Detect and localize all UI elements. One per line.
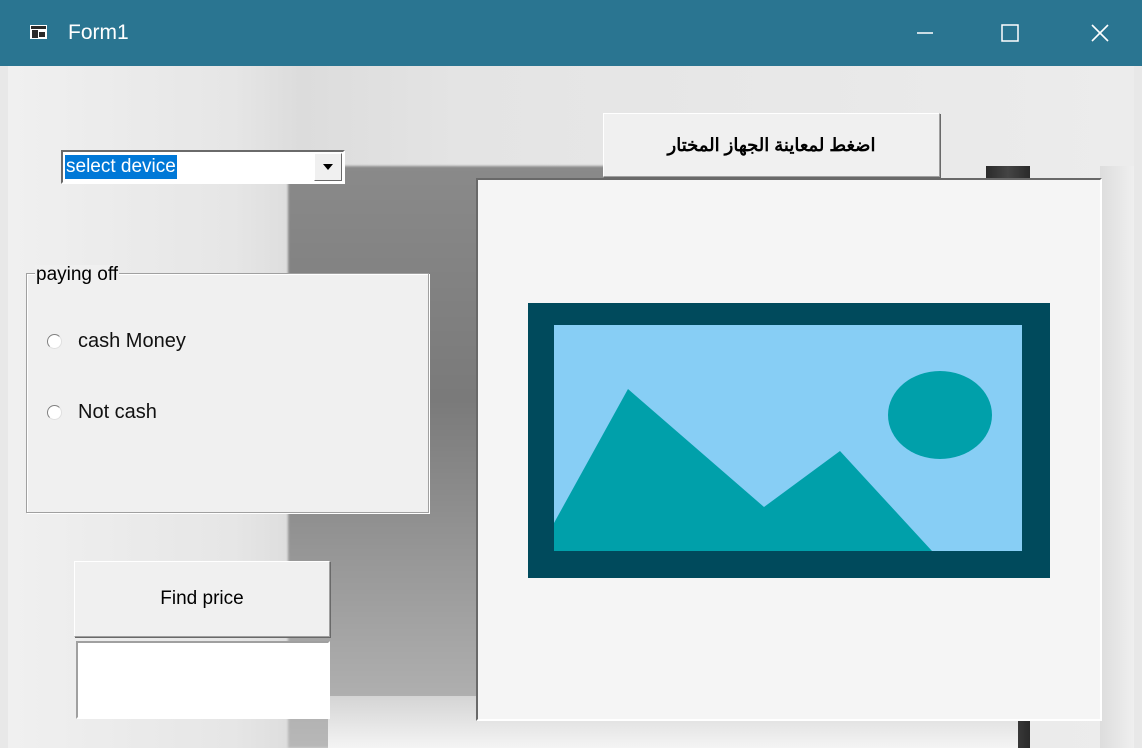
- radio-not-cash[interactable]: Not cash: [47, 401, 157, 424]
- title-bar[interactable]: Form1: [0, 0, 1142, 66]
- close-icon: [1091, 24, 1109, 42]
- minimize-button[interactable]: [895, 0, 955, 66]
- radio-cash-money-label[interactable]: cash Money: [78, 330, 186, 353]
- combobox-dropdown-button[interactable]: [314, 153, 342, 181]
- window-title: Form1: [68, 21, 129, 44]
- form-icon: [30, 25, 47, 39]
- chevron-down-icon: [323, 164, 333, 170]
- payment-group-legend: paying off: [35, 264, 120, 285]
- radio-not-cash-label[interactable]: Not cash: [78, 401, 157, 424]
- device-combobox[interactable]: select device: [61, 150, 345, 184]
- minimize-icon: [917, 32, 933, 34]
- radio-circle-icon[interactable]: [47, 334, 62, 349]
- image-placeholder-icon: [528, 303, 1050, 578]
- maximize-icon: [1001, 24, 1019, 42]
- maximize-button[interactable]: [980, 0, 1040, 66]
- radio-cash-money[interactable]: cash Money: [47, 330, 186, 353]
- device-picture-box: [476, 178, 1102, 721]
- device-combobox-value[interactable]: select device: [65, 155, 177, 179]
- payment-groupbox: paying off cash Money Not cash: [26, 265, 429, 513]
- price-output-field[interactable]: [76, 641, 330, 719]
- radio-circle-icon[interactable]: [47, 405, 62, 420]
- background-image-edge: [1100, 166, 1134, 748]
- close-button[interactable]: [1070, 0, 1130, 66]
- form-client-area: select device paying off cash Money Not …: [8, 66, 1134, 748]
- preview-device-button[interactable]: اضغط لمعاينة الجهاز المختار: [603, 113, 940, 177]
- find-price-button[interactable]: Find price: [74, 561, 330, 637]
